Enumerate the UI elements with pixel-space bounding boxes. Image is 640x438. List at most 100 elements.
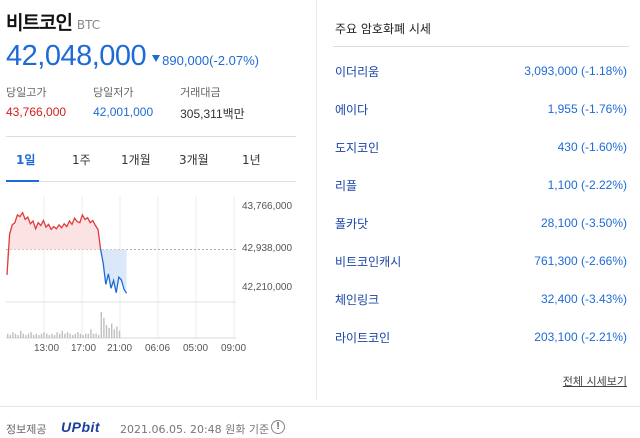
tab-1year[interactable]: 1년: [242, 151, 261, 168]
list-item[interactable]: 폴카닷 28,100 (-3.50%): [333, 205, 629, 243]
volume-bar: [25, 335, 27, 338]
volume-bar: [77, 332, 79, 338]
stat-low: 당일저가 42,001,000: [93, 84, 153, 122]
upbit-logo[interactable]: UPbit: [61, 419, 100, 435]
volume-bar: [111, 323, 113, 338]
tab-3month[interactable]: 3개월: [179, 151, 209, 168]
volume-bar: [12, 332, 14, 338]
tab-1month[interactable]: 1개월: [121, 151, 151, 168]
coin-list-name[interactable]: 비트코인캐시: [335, 253, 401, 270]
volume-bar: [46, 333, 48, 338]
price-row: 42,048,000 890,000(-2.07%): [6, 40, 259, 73]
stat-high-label: 당일고가: [6, 86, 47, 99]
volume-bar: [30, 332, 32, 338]
footer: 정보제공 UPbit 2021.06.05. 20:48 원화 기준 !: [0, 406, 640, 438]
stat-volume-value: 305,311백만: [180, 107, 245, 121]
current-price: 42,048,000: [6, 40, 147, 72]
x-tick-label: 09:00: [221, 343, 247, 354]
coin-list-value: 430 (-1.60%): [557, 140, 627, 154]
x-tick-label: 05:00: [183, 343, 209, 354]
volume-bar: [90, 329, 92, 338]
coin-list-name[interactable]: 에이다: [335, 101, 368, 118]
volume-bar: [95, 333, 97, 338]
volume-bar: [22, 333, 24, 338]
volume-bar: [69, 333, 71, 338]
stat-volume-label: 거래대금: [180, 86, 221, 99]
coin-list-name[interactable]: 도지코인: [335, 139, 379, 156]
volume-bar: [113, 329, 115, 338]
volume-bar: [85, 333, 87, 338]
divider: [333, 46, 629, 47]
coin-list-name[interactable]: 체인링크: [335, 291, 379, 308]
source-label: 정보제공: [6, 423, 47, 436]
volume-bar: [82, 335, 84, 338]
data-timestamp: 2021.06.05. 20:48 원화 기준: [120, 423, 270, 436]
up-area-fill: [7, 212, 101, 275]
volume-bar: [118, 330, 121, 338]
divider: [6, 136, 296, 137]
volume-bar: [53, 335, 56, 338]
volume-bar: [17, 335, 19, 338]
active-tab-indicator: [6, 180, 39, 182]
volume-bar: [92, 333, 95, 338]
coin-list-value: 32,400 (-3.43%): [540, 292, 627, 306]
coin-list-name[interactable]: 폴카닷: [335, 215, 368, 232]
info-circle-icon[interactable]: !: [271, 420, 285, 434]
down-arrow-icon: [152, 55, 161, 62]
x-tick-label: 17:00: [71, 343, 97, 354]
coin-list-value: 203,100 (-2.21%): [534, 330, 627, 344]
volume-bar: [116, 326, 118, 338]
volume-bar: [9, 335, 11, 338]
coin-list-name[interactable]: 라이트코인: [335, 329, 390, 346]
volume-bar: [38, 335, 40, 338]
x-tick-label: 06:06: [145, 343, 171, 354]
coin-list-value: 761,300 (-2.66%): [534, 254, 627, 268]
y-tick-label: 42,210,000: [242, 282, 293, 293]
period-tabs: 1일 1주 1개월 3개월 1년: [6, 144, 296, 182]
volume-bar: [105, 325, 108, 338]
day-stats: 당일고가 43,766,000 당일저가 42,001,000 거래대금 305…: [6, 84, 272, 122]
list-item[interactable]: 이더리움 3,093,000 (-1.18%): [333, 53, 629, 91]
view-all-link[interactable]: 전체 시세보기: [563, 373, 627, 389]
price-chart: 43,766,000 42,938,000 42,210,000 13:00 1…: [6, 192, 298, 358]
volume-bar: [33, 335, 35, 338]
volume-bar: [48, 335, 50, 338]
coin-list-name[interactable]: 이더리움: [335, 63, 379, 80]
coin-list-value: 1,955 (-1.76%): [547, 102, 627, 116]
list-item[interactable]: 도지코인 430 (-1.60%): [333, 129, 629, 167]
volume-bar: [7, 333, 9, 338]
volume-bar: [64, 333, 66, 338]
volume-bar: [87, 333, 89, 338]
coin-list-value: 3,093,000 (-1.18%): [524, 64, 627, 78]
market-title: 주요 암호화폐 시세: [335, 22, 431, 36]
stat-high-value: 43,766,000: [6, 105, 67, 119]
coin-list: 이더리움 3,093,000 (-1.18%) 에이다 1,955 (-1.76…: [333, 53, 629, 357]
list-item[interactable]: 비트코인캐시 761,300 (-2.66%): [333, 243, 629, 281]
tab-1week[interactable]: 1주: [72, 151, 91, 168]
price-chart-svg: [6, 196, 236, 339]
stat-low-label: 당일저가: [93, 86, 134, 99]
volume-bar: [56, 332, 58, 338]
volume-bar: [51, 333, 53, 338]
tab-1day[interactable]: 1일: [16, 151, 35, 168]
list-item[interactable]: 에이다 1,955 (-1.76%): [333, 91, 629, 129]
volume-bar: [27, 333, 30, 338]
list-item[interactable]: 리플 1,100 (-2.22%): [333, 167, 629, 205]
coin-title: 비트코인 BTC: [6, 8, 100, 35]
stat-high: 당일고가 43,766,000: [6, 84, 66, 122]
list-item[interactable]: 체인링크 32,400 (-3.43%): [333, 281, 629, 319]
price-change: 890,000(-2.07%): [162, 53, 259, 68]
volume-bar: [66, 332, 69, 338]
volume-bar: [98, 335, 100, 338]
volume-bar: [103, 317, 105, 338]
coin-name: 비트코인: [6, 12, 73, 34]
volume-bar: [61, 330, 63, 338]
list-item[interactable]: 라이트코인 203,100 (-2.21%): [333, 319, 629, 357]
coin-list-value: 1,100 (-2.22%): [547, 178, 627, 192]
coin-list-name[interactable]: 리플: [335, 177, 357, 194]
volume-bar: [14, 333, 17, 338]
stat-volume: 거래대금 305,311백만: [180, 84, 245, 122]
volume-bar: [40, 333, 43, 338]
volume-bar: [74, 333, 76, 338]
coin-list-value: 28,100 (-3.50%): [540, 216, 627, 230]
